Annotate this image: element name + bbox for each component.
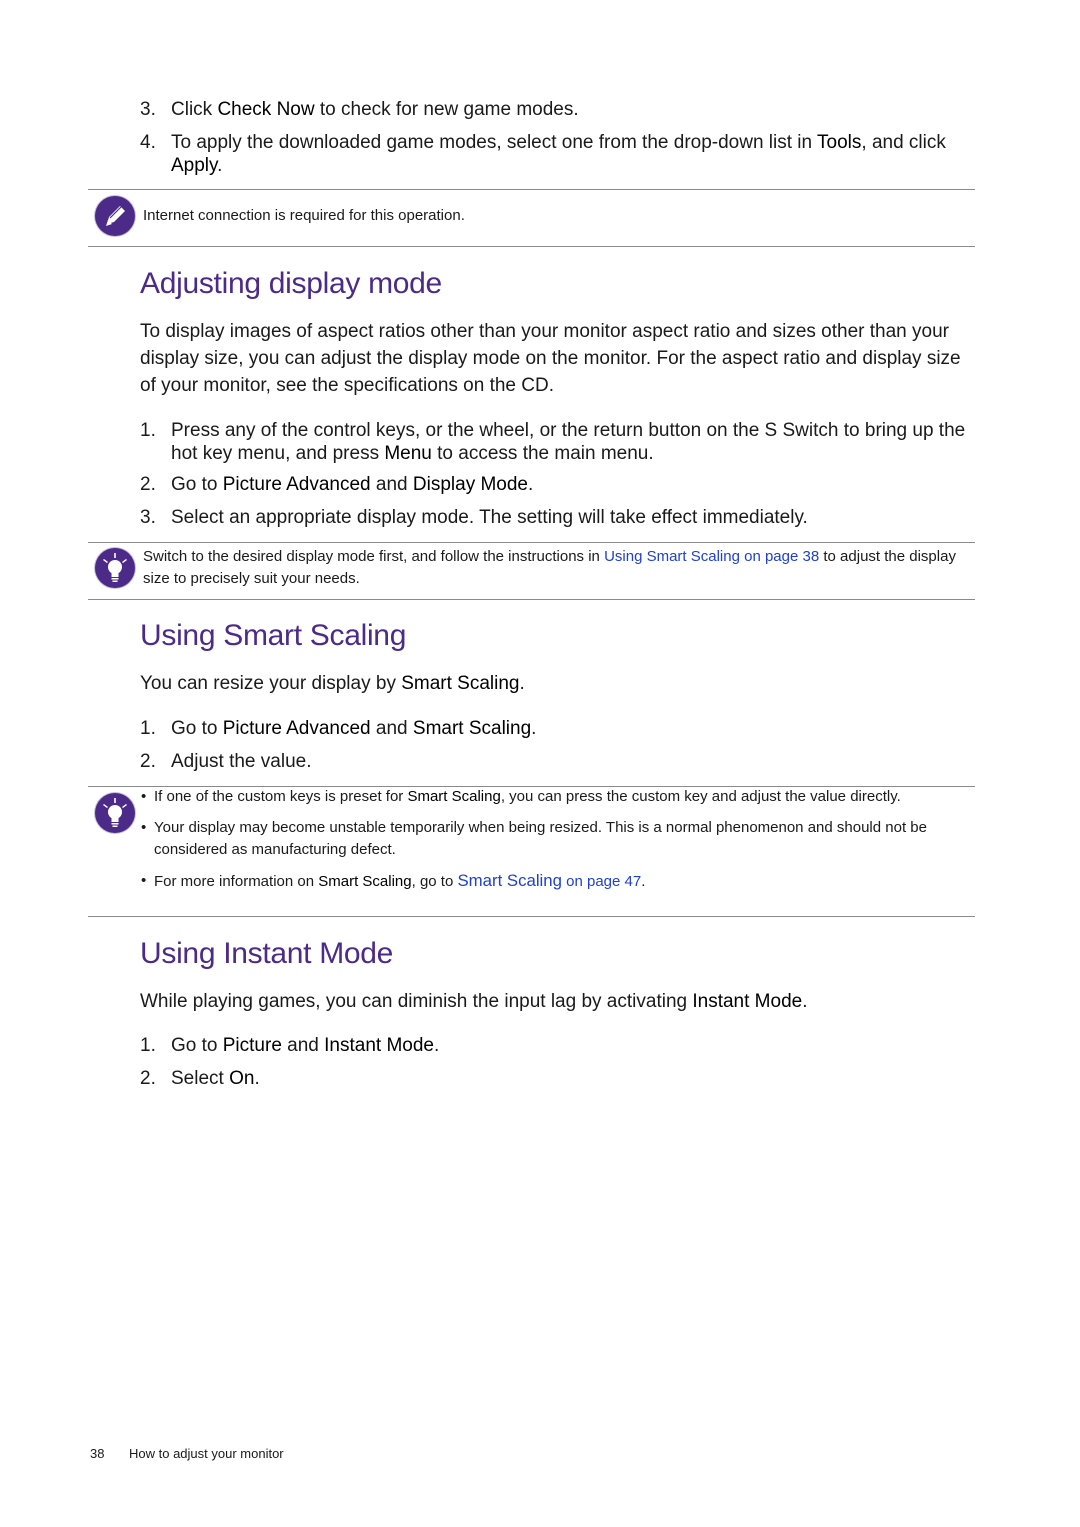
text-run: and: [281, 1035, 325, 1056]
text-run: Go to: [171, 718, 223, 739]
ui-term: Picture Advanced: [222, 474, 371, 495]
text-run: Go to: [171, 1035, 223, 1056]
tip-smart-scaling-reference: Switch to the desired display mode first…: [143, 546, 968, 590]
ui-term: Smart Scaling: [412, 718, 532, 739]
ui-term: Smart Scaling: [407, 788, 501, 805]
text-run: and: [370, 718, 413, 739]
section3-step: 1. Go to Picture and Instant Mode.: [140, 1034, 970, 1057]
text-run: .: [217, 155, 223, 176]
tip-text: Switch to the desired display mode first…: [143, 548, 605, 565]
lightbulb-icon: [95, 793, 135, 833]
divider: [88, 916, 975, 917]
text-run: , you can press the custom key and adjus…: [500, 788, 901, 805]
step-text: Go to Picture Advanced and Smart Scaling…: [171, 717, 970, 740]
ui-term: Check Now: [217, 99, 315, 120]
text-run: .: [531, 718, 537, 739]
link-using-smart-scaling[interactable]: Using Smart Scaling on page 38: [604, 548, 819, 565]
section3-step: 2. Select On.: [140, 1067, 970, 1090]
step-number: 2.: [140, 1068, 156, 1089]
step-text: Adjust the value.: [171, 750, 970, 773]
heading-using-smart-scaling: Using Smart Scaling: [140, 619, 407, 652]
ui-term: Picture Advanced: [222, 718, 371, 739]
text-run: to check for new game modes.: [314, 99, 579, 120]
tip-bullet: For more information on Smart Scaling, g…: [141, 870, 966, 893]
note-internet-required: Internet connection is required for this…: [143, 207, 465, 224]
step-text: Select an appropriate display mode. The …: [171, 506, 970, 529]
section1-step: 1. Press any of the control keys, or the…: [140, 419, 970, 465]
text-run: .: [528, 474, 534, 495]
step-number: 1.: [140, 420, 156, 441]
tip-bullet: Your display may become unstable tempora…: [141, 817, 966, 861]
divider: [88, 189, 975, 190]
cross-reference-link[interactable]: on page 47: [562, 873, 641, 890]
step-number: 4.: [140, 132, 156, 153]
step-number: 1.: [140, 1035, 156, 1056]
text-run: .: [802, 991, 808, 1012]
footer-chapter-title: How to adjust your monitor: [129, 1446, 284, 1461]
text-run: Select an appropriate display mode. The …: [171, 507, 808, 528]
text-run: Click: [171, 99, 218, 120]
text-run: .: [519, 673, 525, 694]
divider: [88, 542, 975, 543]
text-run: .: [434, 1035, 440, 1056]
text-run: While playing games, you can diminish th…: [140, 991, 693, 1012]
ui-term: Display Mode: [412, 474, 528, 495]
page-number: 38: [90, 1446, 105, 1461]
ui-term: Tools: [817, 132, 862, 153]
ui-term: Picture: [222, 1035, 282, 1056]
section2-step: 2. Adjust the value.: [140, 750, 970, 773]
text-run: For more information on: [154, 873, 319, 890]
text-run: .: [641, 873, 646, 890]
text-run: and: [370, 474, 413, 495]
text-run: , and click: [861, 132, 946, 153]
text-run: Your display may become unstable tempora…: [154, 819, 927, 858]
pencil-icon: [95, 196, 135, 236]
ui-term: Smart Scaling: [318, 873, 412, 890]
step-text: To apply the downloaded game modes, sele…: [171, 131, 970, 177]
text-run: Go to: [171, 474, 223, 495]
lightbulb-icon: [95, 548, 135, 588]
section2-step: 1. Go to Picture Advanced and Smart Scal…: [140, 717, 970, 740]
ui-term: Instant Mode: [324, 1035, 434, 1056]
ui-term: On: [229, 1068, 255, 1089]
text-run: to access the main menu.: [431, 443, 654, 464]
step-number: 2.: [140, 474, 156, 495]
step-number: 2.: [140, 751, 156, 772]
text-run: .: [254, 1068, 260, 1089]
ui-term: Apply: [171, 155, 218, 176]
step-text: Press any of the control keys, or the wh…: [171, 419, 970, 465]
text-run: Select: [171, 1068, 230, 1089]
step-apply-game-mode: 4. To apply the downloaded game modes, s…: [140, 131, 970, 177]
ui-term: Smart Scaling: [401, 673, 520, 694]
ui-term: Instant Mode: [692, 991, 803, 1012]
section1-step: 2. Go to Picture Advanced and Display Mo…: [140, 473, 970, 496]
step-text: Select On.: [171, 1067, 970, 1090]
step-number: 3.: [140, 507, 156, 528]
divider: [88, 246, 975, 247]
step-text: Go to Picture Advanced and Display Mode.: [171, 473, 970, 496]
step-number: 3.: [140, 99, 156, 120]
section1-step: 3. Select an appropriate display mode. T…: [140, 506, 970, 529]
divider: [88, 599, 975, 600]
step-text: Go to Picture and Instant Mode.: [171, 1034, 970, 1057]
heading-adjusting-display-mode: Adjusting display mode: [140, 267, 442, 300]
text-run: To apply the downloaded game modes, sele…: [171, 132, 818, 153]
tip-smart-scaling-bullets: If one of the custom keys is preset for …: [141, 786, 966, 902]
section3-intro: While playing games, you can diminish th…: [140, 988, 970, 1015]
ui-term: Menu: [384, 443, 432, 464]
text-run: , go to: [411, 873, 458, 890]
tip-bullet: If one of the custom keys is preset for …: [141, 786, 966, 808]
step-number: 1.: [140, 718, 156, 739]
step-text: Click Check Now to check for new game mo…: [171, 98, 970, 121]
section1-intro: To display images of aspect ratios other…: [140, 321, 961, 396]
step-check-now: 3. Click Check Now to check for new game…: [140, 98, 970, 121]
text-run: Adjust the value.: [171, 751, 312, 772]
section2-intro: You can resize your display by Smart Sca…: [140, 670, 970, 697]
text-run: If one of the custom keys is preset for: [154, 788, 408, 805]
cross-reference-link[interactable]: Smart Scaling: [457, 871, 561, 890]
text-run: You can resize your display by: [140, 673, 402, 694]
heading-using-instant-mode: Using Instant Mode: [140, 937, 394, 970]
